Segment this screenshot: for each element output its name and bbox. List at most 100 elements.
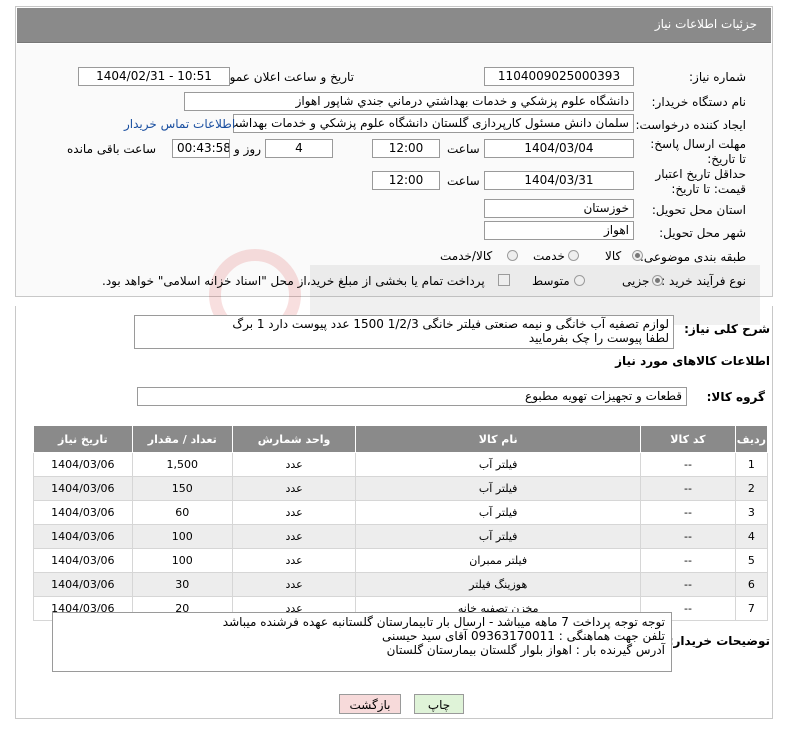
creator-field: سلمان دانش مسئول کارپردازی گلستان دانشگا… bbox=[233, 114, 634, 133]
cell-unit: عدد bbox=[231, 572, 357, 597]
process-partial-radio[interactable] bbox=[652, 275, 663, 286]
group-label: گروه کالا: bbox=[706, 390, 765, 404]
buyer-contact-link[interactable]: اطلاعات تماس خریدار bbox=[124, 117, 235, 131]
buyer-notes-label: توضیحات خریدار: bbox=[668, 634, 770, 648]
cell-unit: عدد bbox=[231, 548, 357, 573]
cell-row: 1 bbox=[734, 452, 769, 477]
print-button[interactable]: چاپ bbox=[414, 694, 464, 714]
days-label: روز و bbox=[234, 142, 261, 156]
need-number-label: شماره نیاز: bbox=[689, 70, 746, 84]
cell-name: فیلتر آب bbox=[355, 476, 642, 501]
cell-row: 7 bbox=[734, 596, 769, 621]
cell-row: 2 bbox=[734, 476, 769, 501]
cell-date: 1404/03/06 bbox=[33, 572, 133, 597]
category-goods-label: کالا bbox=[605, 249, 622, 263]
category-goods-radio[interactable] bbox=[632, 250, 643, 261]
cell-row: 6 bbox=[734, 572, 769, 597]
items-table: ردیف کد کالا نام کالا واحد شمارش تعداد /… bbox=[33, 425, 769, 621]
city-field: اهواز bbox=[484, 221, 634, 240]
payment-note: پرداخت تمام یا بخشی از مبلغ خرید،از محل … bbox=[102, 274, 485, 288]
process-label: نوع فرآیند خرید : bbox=[661, 274, 746, 288]
back-button[interactable]: بازگشت bbox=[339, 694, 401, 714]
cell-date: 1404/03/06 bbox=[33, 476, 133, 501]
cell-unit: عدد bbox=[231, 500, 357, 525]
col-qty: تعداد / مقدار bbox=[131, 425, 233, 453]
cell-name: فیلتر آب bbox=[355, 500, 642, 525]
table-row: 5 -- فیلتر ممبران عدد 100 1404/03/06 bbox=[33, 548, 769, 573]
price-time-field: 12:00 bbox=[372, 171, 440, 190]
cell-code: -- bbox=[640, 500, 736, 525]
cell-name: هوزینگ فیلتر bbox=[355, 572, 642, 597]
category-label: طبقه بندی موضوعی: bbox=[639, 250, 746, 264]
cell-qty: 30 bbox=[131, 572, 233, 597]
cell-code: -- bbox=[640, 524, 736, 549]
summary-line-2: لطفا پیوست را چک بفرمایید bbox=[528, 331, 669, 345]
announce-label: تاریخ و ساعت اعلان عمومی: bbox=[209, 70, 354, 84]
items-section-title: اطلاعات کالاهای مورد نیاز bbox=[615, 354, 770, 368]
summary-line-1: لوازم تصفیه آب خانگی و نیمه صنعتی فیلتر … bbox=[232, 317, 669, 331]
province-label: استان محل تحویل: bbox=[651, 203, 746, 217]
buyer-org-field: دانشگاه علوم پزشکي و خدمات بهداشتي درمان… bbox=[184, 92, 634, 111]
cell-name: فیلتر آب bbox=[355, 452, 642, 477]
cell-unit: عدد bbox=[231, 476, 357, 501]
col-unit: واحد شمارش bbox=[231, 425, 357, 453]
cell-qty: 150 bbox=[131, 476, 233, 501]
city-label: شهر محل تحویل: bbox=[659, 226, 746, 240]
table-row: 4 -- فیلتر آب عدد 100 1404/03/06 bbox=[33, 524, 769, 549]
province-field: خوزستان bbox=[484, 199, 634, 218]
table-row: 1 -- فیلتر آب عدد 1,500 1404/03/06 bbox=[33, 452, 769, 477]
page-title: جزئیات اطلاعات نیاز bbox=[654, 17, 757, 31]
category-goods-service-radio[interactable] bbox=[507, 250, 518, 261]
process-partial-label: جزیی bbox=[622, 274, 650, 288]
buyer-notes-line-3: آدرس گیرنده بار : اهواز بلوار گلستان بیم… bbox=[386, 643, 665, 657]
col-row: ردیف bbox=[734, 425, 769, 453]
cell-date: 1404/03/06 bbox=[33, 452, 133, 477]
reply-deadline-label: مهلت ارسال پاسخ: تا تاریخ: bbox=[650, 137, 746, 166]
treasury-payment-checkbox[interactable] bbox=[498, 274, 510, 286]
cell-name: فیلتر ممبران bbox=[355, 548, 642, 573]
cell-row: 5 bbox=[734, 548, 769, 573]
remaining-label: ساعت باقی مانده bbox=[67, 142, 157, 156]
reply-date-field: 1404/03/04 bbox=[484, 139, 634, 158]
process-medium-label: متوسط bbox=[532, 274, 570, 288]
reply-time-label: ساعت bbox=[447, 142, 480, 156]
cell-code: -- bbox=[640, 572, 736, 597]
category-service-radio[interactable] bbox=[568, 250, 579, 261]
price-date-field: 1404/03/31 bbox=[484, 171, 634, 190]
buyer-org-label: نام دستگاه خریدار: bbox=[651, 95, 747, 109]
cell-unit: عدد bbox=[231, 452, 357, 477]
page-header: جزئیات اطلاعات نیاز bbox=[17, 8, 771, 43]
buyer-notes-line-2: تلفن جهت هماهنگی : 09363170011 آقای سید … bbox=[382, 629, 665, 643]
cell-unit: عدد bbox=[231, 524, 357, 549]
creator-label: ایجاد کننده درخواست: bbox=[635, 118, 746, 132]
summary-field: لوازم تصفیه آب خانگی و نیمه صنعتی فیلتر … bbox=[134, 315, 674, 349]
table-row: 6 -- هوزینگ فیلتر عدد 30 1404/03/06 bbox=[33, 572, 769, 597]
process-medium-radio[interactable] bbox=[574, 275, 585, 286]
days-field: 4 bbox=[265, 139, 333, 158]
table-row: 2 -- فیلتر آب عدد 150 1404/03/06 bbox=[33, 476, 769, 501]
category-goods-service-label: کالا/خدمت bbox=[440, 249, 493, 263]
buyer-notes-field: توجه توجه پرداخت 7 ماهه میباشد - ارسال ب… bbox=[52, 612, 672, 672]
need-number-field: 1104009025000393 bbox=[484, 67, 634, 86]
col-name: نام کالا bbox=[355, 425, 642, 453]
cell-qty: 60 bbox=[131, 500, 233, 525]
cell-name: فیلتر آب bbox=[355, 524, 642, 549]
cell-qty: 100 bbox=[131, 524, 233, 549]
cell-qty: 100 bbox=[131, 548, 233, 573]
col-code: کد کالا bbox=[640, 425, 736, 453]
cell-date: 1404/03/06 bbox=[33, 500, 133, 525]
price-time-label: ساعت bbox=[447, 174, 480, 188]
cell-row: 4 bbox=[734, 524, 769, 549]
remaining-time-field: 00:43:58 bbox=[172, 139, 230, 158]
cell-qty: 1,500 bbox=[131, 452, 233, 477]
cell-row: 3 bbox=[734, 500, 769, 525]
table-row: 3 -- فیلتر آب عدد 60 1404/03/06 bbox=[33, 500, 769, 525]
cell-date: 1404/03/06 bbox=[33, 524, 133, 549]
cell-code: -- bbox=[640, 452, 736, 477]
cell-code: -- bbox=[640, 476, 736, 501]
table-header-row: ردیف کد کالا نام کالا واحد شمارش تعداد /… bbox=[33, 425, 769, 453]
category-service-label: خدمت bbox=[533, 249, 565, 263]
price-deadline-label: حداقل تاریخ اعتبار قیمت: تا تاریخ: bbox=[655, 167, 746, 196]
reply-time-field: 12:00 bbox=[372, 139, 440, 158]
col-date: تاریخ نیاز bbox=[33, 425, 133, 453]
